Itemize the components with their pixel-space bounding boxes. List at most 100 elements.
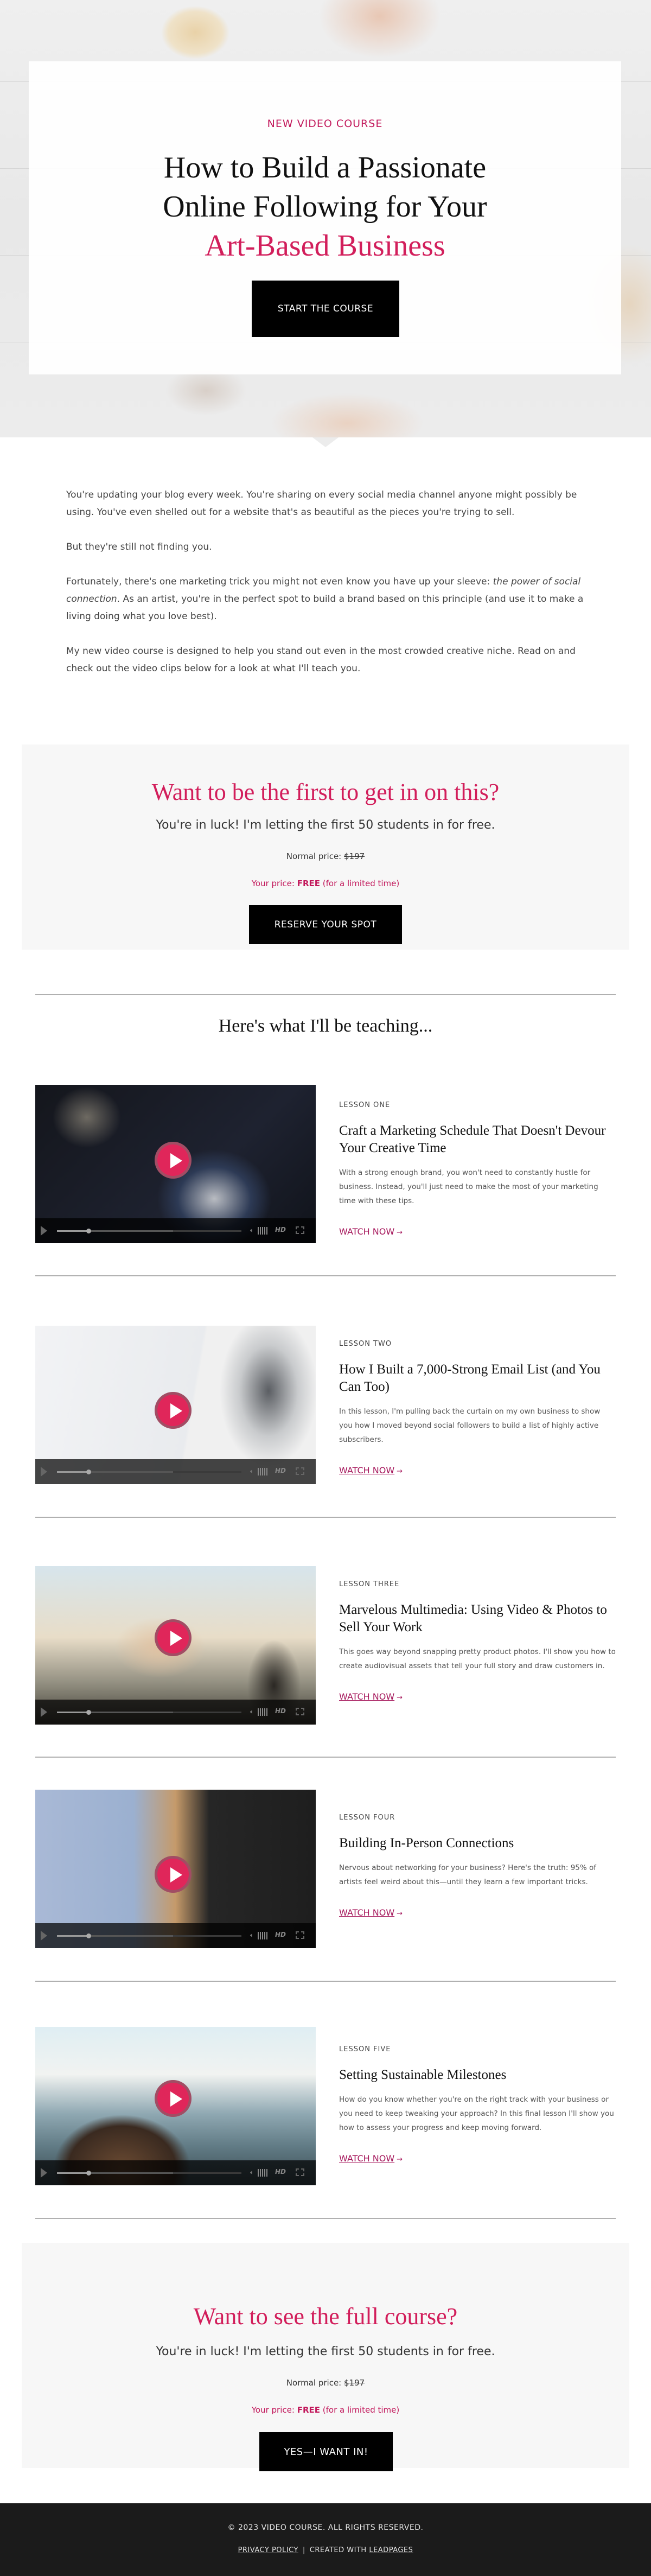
control-play-icon[interactable] — [41, 1707, 47, 1717]
play-button-icon[interactable] — [155, 1619, 192, 1656]
footer-links: PRIVACY POLICY | CREATED WITH LEADPAGES — [0, 2546, 651, 2554]
hd-toggle[interactable]: HD — [275, 1226, 286, 1233]
control-play-icon[interactable] — [41, 1226, 47, 1236]
volume-level-bars[interactable] — [258, 1468, 269, 1475]
hd-toggle[interactable]: HD — [275, 1707, 286, 1715]
seek-handle[interactable] — [86, 1229, 91, 1233]
privacy-policy-link[interactable]: PRIVACY POLICY — [238, 2546, 298, 2554]
control-play-icon[interactable] — [41, 2168, 47, 2178]
seek-handle[interactable] — [86, 2171, 91, 2176]
lesson-divider — [35, 1981, 616, 1982]
normal-price-label: Normal price: — [286, 2378, 344, 2388]
watch-now-link[interactable]: WATCH NOW → — [339, 1691, 403, 1702]
section-divider — [35, 2218, 616, 2219]
hero-section: NEW VIDEO COURSE How to Build a Passiona… — [0, 0, 651, 437]
lesson-item: 🔈︎ HD LESSON THREE Marvelous Multimedia:… — [35, 1566, 616, 1725]
your-price: Your price: FREE (for a limited time) — [22, 2405, 629, 2415]
play-button-icon[interactable] — [155, 2080, 192, 2117]
seek-handle[interactable] — [86, 1933, 91, 1938]
fullscreen-icon[interactable] — [296, 1467, 304, 1475]
reserve-spot-button[interactable]: RESERVE YOUR SPOT — [249, 905, 402, 944]
leadpages-link[interactable]: LEADPAGES — [369, 2546, 413, 2554]
lesson-item: 🔈︎ HD LESSON FOUR Building In-Person Con… — [35, 1790, 616, 1948]
video-player[interactable]: 🔈︎ HD — [35, 1566, 316, 1725]
cta-lead: You're in luck! I'm letting the first 50… — [156, 2345, 495, 2358]
start-course-button[interactable]: START THE COURSE — [252, 281, 399, 337]
volume-icon[interactable]: 🔈︎ — [250, 2168, 254, 2177]
video-player[interactable]: 🔈︎ HD — [35, 1326, 316, 1484]
lesson-number: LESSON FOUR — [339, 1814, 395, 1822]
created-with-text: CREATED WITH — [309, 2546, 369, 2554]
yes-i-want-in-button[interactable]: YES—I WANT IN! — [259, 2432, 393, 2471]
lesson-description: How do you know whether you're on the ri… — [339, 2095, 614, 2132]
video-player[interactable]: 🔈︎ HD — [35, 1790, 316, 1948]
your-price-note: (for a limited time) — [320, 2405, 400, 2415]
control-play-icon[interactable] — [41, 1931, 47, 1941]
fullscreen-icon[interactable] — [296, 1226, 304, 1234]
seek-bar[interactable] — [57, 1229, 241, 1233]
seek-bar[interactable] — [57, 2171, 241, 2176]
cta-section-bottom: Want to see the full course? You're in l… — [22, 2243, 629, 2471]
volume-level-bars[interactable] — [258, 1932, 269, 1939]
intro-p3-text: Fortunately, there's one marketing trick… — [66, 576, 493, 587]
lesson-title: How I Built a 7,000-Strong Email List (a… — [339, 1362, 601, 1394]
control-play-icon[interactable] — [41, 1467, 47, 1477]
seek-progress — [57, 1712, 88, 1713]
lesson-description: This goes way beyond snapping pretty pro… — [339, 1648, 616, 1670]
landing-page: NEW VIDEO COURSE How to Build a Passiona… — [0, 0, 651, 2576]
volume-level-bars[interactable] — [258, 1227, 269, 1235]
volume-icon[interactable]: 🔈︎ — [250, 1931, 254, 1939]
fullscreen-icon[interactable] — [296, 1708, 304, 1715]
seek-progress — [57, 1471, 88, 1473]
hero-title-line-1: How to Build a Passionate — [163, 151, 487, 185]
seek-bar[interactable] — [57, 1710, 241, 1715]
video-player[interactable]: 🔈︎ HD — [35, 2027, 316, 2185]
video-player[interactable]: 🔈︎ HD — [35, 1085, 316, 1243]
intro-p3-text-after: . As an artist, you're in the perfect sp… — [66, 594, 584, 622]
seek-handle[interactable] — [86, 1470, 91, 1474]
scroll-down-arrow-icon — [312, 437, 339, 447]
cta-lead: You're in luck! I'm letting the first 50… — [156, 818, 495, 832]
copyright: © 2023 VIDEO COURSE. ALL RIGHTS RESERVED… — [227, 2523, 424, 2532]
lesson-title: Building In-Person Connections — [339, 1836, 514, 1850]
play-button-icon[interactable] — [155, 1142, 192, 1179]
video-controls: 🔈︎ HD — [35, 1218, 316, 1243]
play-button-icon[interactable] — [155, 1856, 192, 1893]
seek-bar[interactable] — [57, 1933, 241, 1938]
volume-level-bars[interactable] — [258, 1708, 269, 1716]
volume-icon[interactable]: 🔈︎ — [250, 1226, 254, 1235]
footer-separator: | — [302, 2546, 305, 2554]
lesson-item: 🔈︎ HD LESSON FIVE Setting Sustainable Mi… — [35, 2027, 616, 2185]
video-controls: 🔈︎ HD — [35, 1923, 316, 1948]
watch-now-link[interactable]: WATCH NOW → — [339, 1226, 403, 1237]
volume-level-bars[interactable] — [258, 2169, 269, 2177]
lesson-number: LESSON FIVE — [339, 2045, 391, 2053]
volume-icon[interactable]: 🔈︎ — [250, 1708, 254, 1716]
hd-toggle[interactable]: HD — [275, 2168, 286, 2176]
your-price-value: FREE — [297, 2405, 320, 2415]
lesson-divider — [35, 1757, 616, 1758]
seek-handle[interactable] — [86, 1710, 91, 1715]
hd-toggle[interactable]: HD — [275, 1467, 286, 1474]
watch-now-link[interactable]: WATCH NOW → — [339, 1465, 403, 1475]
watch-now-link[interactable]: WATCH NOW → — [339, 2153, 403, 2164]
watch-now-link[interactable]: WATCH NOW → — [339, 1907, 403, 1918]
normal-price: Normal price: $197 — [22, 851, 629, 861]
your-price-note: (for a limited time) — [320, 879, 400, 888]
seek-bar[interactable] — [57, 1470, 241, 1474]
fullscreen-icon[interactable] — [296, 1931, 304, 1939]
volume-icon[interactable]: 🔈︎ — [250, 1467, 254, 1475]
your-price-label: Your price: — [251, 879, 297, 888]
intro-paragraph-3: Fortunately, there's one marketing trick… — [66, 573, 587, 625]
video-controls: 🔈︎ HD — [35, 2160, 316, 2185]
video-controls: 🔈︎ HD — [35, 1700, 316, 1725]
intro-paragraph-1: You're updating your blog every week. Yo… — [66, 489, 577, 518]
hero-title: How to Build a Passionate Online Followi… — [29, 148, 621, 265]
hd-toggle[interactable]: HD — [275, 1931, 286, 1938]
footer: © 2023 VIDEO COURSE. ALL RIGHTS RESERVED… — [0, 2503, 651, 2576]
fullscreen-icon[interactable] — [296, 2168, 304, 2176]
play-button-icon[interactable] — [155, 1392, 192, 1429]
arrow-right-icon: → — [397, 1694, 403, 1702]
cta-heading: Want to be the first to get in on this? — [151, 779, 500, 805]
watch-now-label: WATCH NOW — [339, 1907, 395, 1918]
